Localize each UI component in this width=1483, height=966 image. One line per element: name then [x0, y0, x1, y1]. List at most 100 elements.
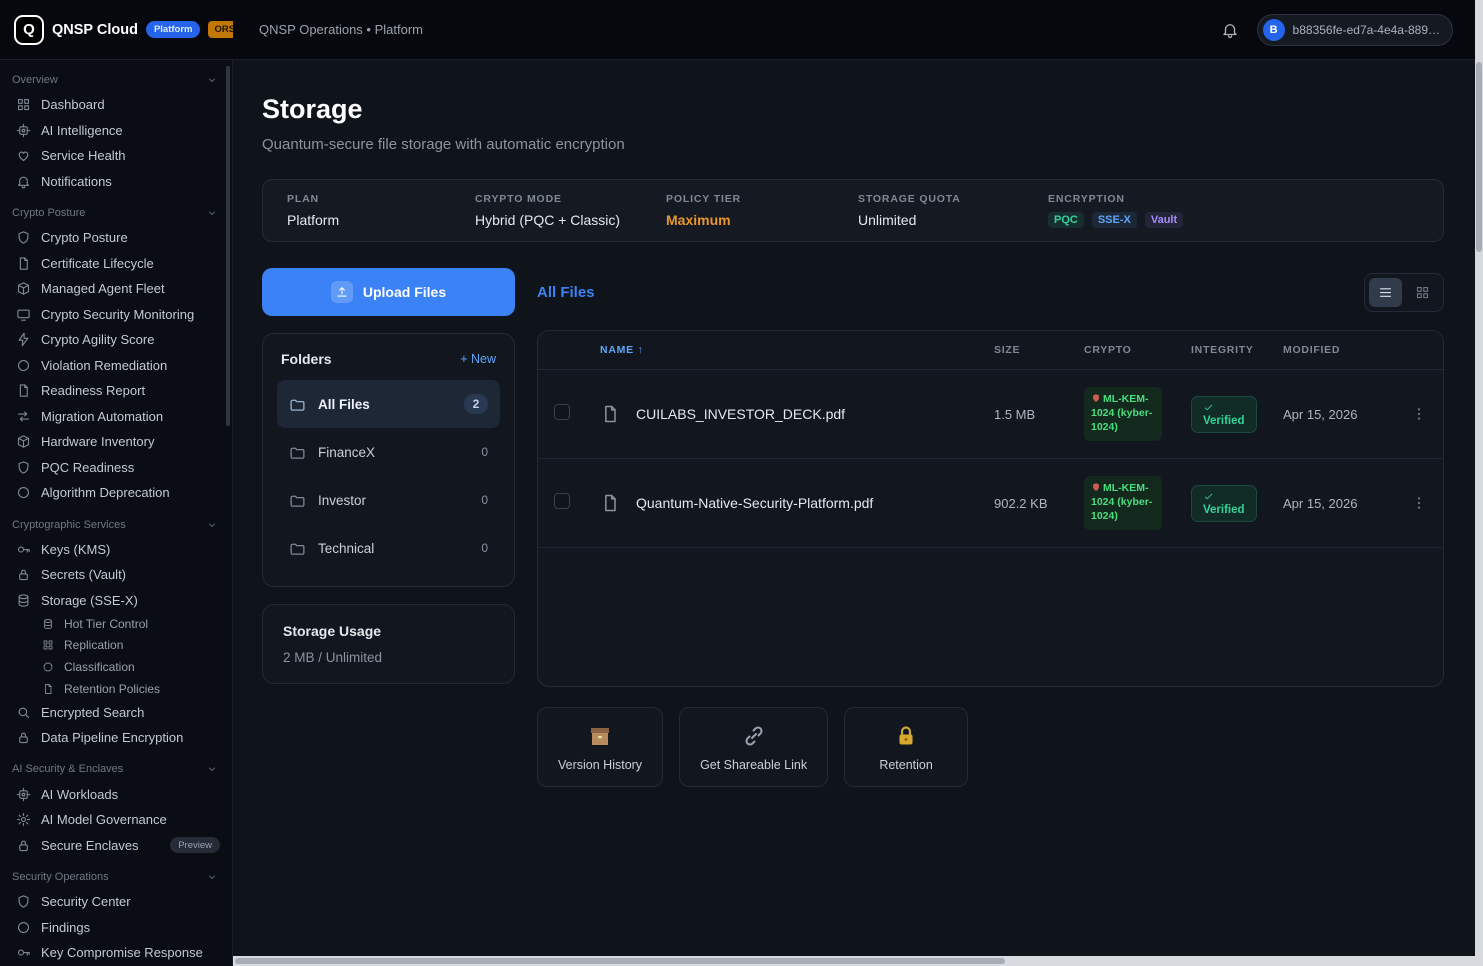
folders-panel-title: Folders [281, 351, 332, 367]
left-column: Upload Files Folders + New All Files 2 F [262, 268, 515, 787]
sidebar-item-pqc-readiness[interactable]: PQC Readiness [0, 455, 232, 481]
sidebar-item-secure-enclaves[interactable]: Secure EnclavesPreview [0, 832, 232, 858]
sidebar-section-security-operations[interactable]: Security Operations [0, 865, 232, 889]
column-header-modified[interactable]: MODIFIED [1283, 344, 1398, 356]
sidebar-item-storage-sse-x[interactable]: Storage (SSE-X) [0, 588, 232, 614]
integrity-label: Verified [1203, 415, 1245, 427]
sidebar-item-label: Retention Policies [64, 682, 160, 696]
sidebar-item-crypto-posture[interactable]: Crypto Posture [0, 225, 232, 251]
sidebar-section-label: Security Operations [12, 871, 109, 883]
sidebar-item-classification[interactable]: Classification [0, 656, 232, 678]
sidebar-item-label: Crypto Posture [41, 230, 128, 245]
sidebar-item-crypto-agility-score[interactable]: Crypto Agility Score [0, 327, 232, 353]
topbar-actions: B b88356fe-ed7a-4e4a-889… [1221, 14, 1483, 46]
sidebar-item-notifications[interactable]: Notifications [0, 169, 232, 195]
folder-count: 0 [481, 445, 488, 459]
sidebar-item-key-compromise-response[interactable]: Key Compromise Response [0, 940, 232, 966]
view-toggle [1364, 273, 1444, 312]
sidebar-item-secrets-vault[interactable]: Secrets (Vault) [0, 562, 232, 588]
encryption-info: ENCRYPTION PQC SSE-X Vault [1048, 193, 1443, 228]
chip-icon [16, 123, 31, 138]
horizontal-scrollbar[interactable] [233, 956, 1475, 966]
sidebar-item-label: Findings [41, 920, 90, 935]
bell-icon[interactable] [1221, 21, 1239, 39]
file-name[interactable]: CUILABS_INVESTOR_DECK.pdf [636, 406, 994, 422]
sidebar-item-readiness-report[interactable]: Readiness Report [0, 378, 232, 404]
sidebar-item-label: Readiness Report [41, 383, 145, 398]
box-icon [16, 281, 31, 296]
sidebar-item-certificate-lifecycle[interactable]: Certificate Lifecycle [0, 251, 232, 277]
sidebar-item-retention-policies[interactable]: Retention Policies [0, 678, 232, 700]
sidebar-item-findings[interactable]: Findings [0, 914, 232, 940]
row-menu-icon[interactable] [1411, 495, 1427, 511]
sidebar-section-crypto-posture[interactable]: Crypto Posture [0, 201, 232, 225]
qnsp-logo-icon[interactable]: Q [14, 15, 44, 45]
sidebar-item-keys-kms[interactable]: Keys (KMS) [0, 537, 232, 563]
sidebar-item-replication[interactable]: Replication [0, 635, 232, 657]
upload-files-button[interactable]: Upload Files [262, 268, 515, 316]
folder-item-investor[interactable]: Investor 0 [277, 476, 500, 524]
sidebar-item-service-health[interactable]: Service Health [0, 143, 232, 169]
sidebar-item-label: Migration Automation [41, 409, 163, 424]
sidebar-item-managed-agent-fleet[interactable]: Managed Agent Fleet [0, 276, 232, 302]
folder-item-technical[interactable]: Technical 0 [277, 524, 500, 572]
user-menu[interactable]: B b88356fe-ed7a-4e4a-889… [1257, 14, 1453, 46]
file-name[interactable]: Quantum-Native-Security-Platform.pdf [636, 495, 994, 511]
sidebar-item-ai-intelligence[interactable]: AI Intelligence [0, 118, 232, 144]
link-icon [741, 723, 767, 749]
retention-button[interactable]: Retention [844, 707, 968, 787]
sidebar-section-cryptographic-services[interactable]: Cryptographic Services [0, 513, 232, 537]
sidebar-section-ai-security-enclaves[interactable]: AI Security & Enclaves [0, 757, 232, 781]
get-shareable-link-button[interactable]: Get Shareable Link [679, 707, 828, 787]
crypto-badge: ML-KEM-1024 (kyber-1024) [1084, 387, 1162, 441]
grid-view-button[interactable] [1406, 278, 1439, 307]
column-header-crypto[interactable]: CRYPTO [1084, 344, 1191, 356]
sidebar-item-ai-model-governance[interactable]: AI Model Governance [0, 807, 232, 833]
grid-view-icon [1415, 285, 1430, 300]
sidebar-item-violation-remediation[interactable]: Violation Remediation [0, 353, 232, 379]
column-header-integrity[interactable]: INTEGRITY [1191, 344, 1283, 356]
sidebar-item-algorithm-deprecation[interactable]: Algorithm Deprecation [0, 480, 232, 506]
sidebar-item-label: Storage (SSE-X) [41, 593, 138, 608]
sidebar-item-security-center[interactable]: Security Center [0, 889, 232, 915]
version-history-button[interactable]: Version History [537, 707, 663, 787]
sidebar-item-migration-automation[interactable]: Migration Automation [0, 404, 232, 430]
sidebar-scrollbar[interactable] [226, 66, 230, 426]
new-folder-button[interactable]: + New [460, 352, 496, 366]
sidebar-item-label: Key Compromise Response [41, 945, 203, 960]
sidebar-item-ai-workloads[interactable]: AI Workloads [0, 781, 232, 807]
file-actions: Version History Get Shareable Link Reten… [537, 707, 1444, 787]
folder-item-financex[interactable]: FinanceX 0 [277, 428, 500, 476]
breadcrumb: QNSP Operations • Platform [259, 22, 423, 37]
horizontal-scrollbar-thumb[interactable] [235, 958, 1005, 964]
sidebar: Overview Dashboard AI Intelligence Servi… [0, 60, 233, 966]
grid-icon [42, 639, 54, 651]
sidebar-item-hot-tier-control[interactable]: Hot Tier Control [0, 613, 232, 635]
vertical-scrollbar[interactable] [1475, 0, 1483, 966]
sidebar-item-label: Encrypted Search [41, 705, 144, 720]
table-row[interactable]: CUILABS_INVESTOR_DECK.pdf 1.5 MB ML-KEM-… [538, 370, 1443, 459]
vertical-scrollbar-thumb[interactable] [1476, 62, 1482, 252]
sidebar-item-label: Managed Agent Fleet [41, 281, 165, 296]
sidebar-item-data-pipeline-encryption[interactable]: Data Pipeline Encryption [0, 725, 232, 751]
column-header-size[interactable]: SIZE [994, 344, 1084, 356]
folder-name: Investor [318, 493, 366, 508]
sidebar-item-label: AI Intelligence [41, 123, 123, 138]
sidebar-section-overview[interactable]: Overview [0, 68, 232, 92]
table-row[interactable]: Quantum-Native-Security-Platform.pdf 902… [538, 459, 1443, 548]
sidebar-item-crypto-security-monitoring[interactable]: Crypto Security Monitoring [0, 302, 232, 328]
encryption-tag-ssex: SSE-X [1092, 212, 1137, 228]
row-checkbox[interactable] [554, 493, 570, 509]
folder-icon [289, 396, 306, 413]
storage-quota-value: Unlimited [858, 212, 1048, 228]
sidebar-item-encrypted-search[interactable]: Encrypted Search [0, 699, 232, 725]
chevron-down-icon [206, 871, 218, 883]
folder-item-all-files[interactable]: All Files 2 [277, 380, 500, 428]
column-header-name[interactable]: NAME ↑ [600, 344, 994, 356]
list-view-button[interactable] [1369, 278, 1402, 307]
row-menu-icon[interactable] [1411, 406, 1427, 422]
sidebar-item-dashboard[interactable]: Dashboard [0, 92, 232, 118]
sidebar-item-hardware-inventory[interactable]: Hardware Inventory [0, 429, 232, 455]
sidebar-item-label: Security Center [41, 894, 131, 909]
row-checkbox[interactable] [554, 404, 570, 420]
